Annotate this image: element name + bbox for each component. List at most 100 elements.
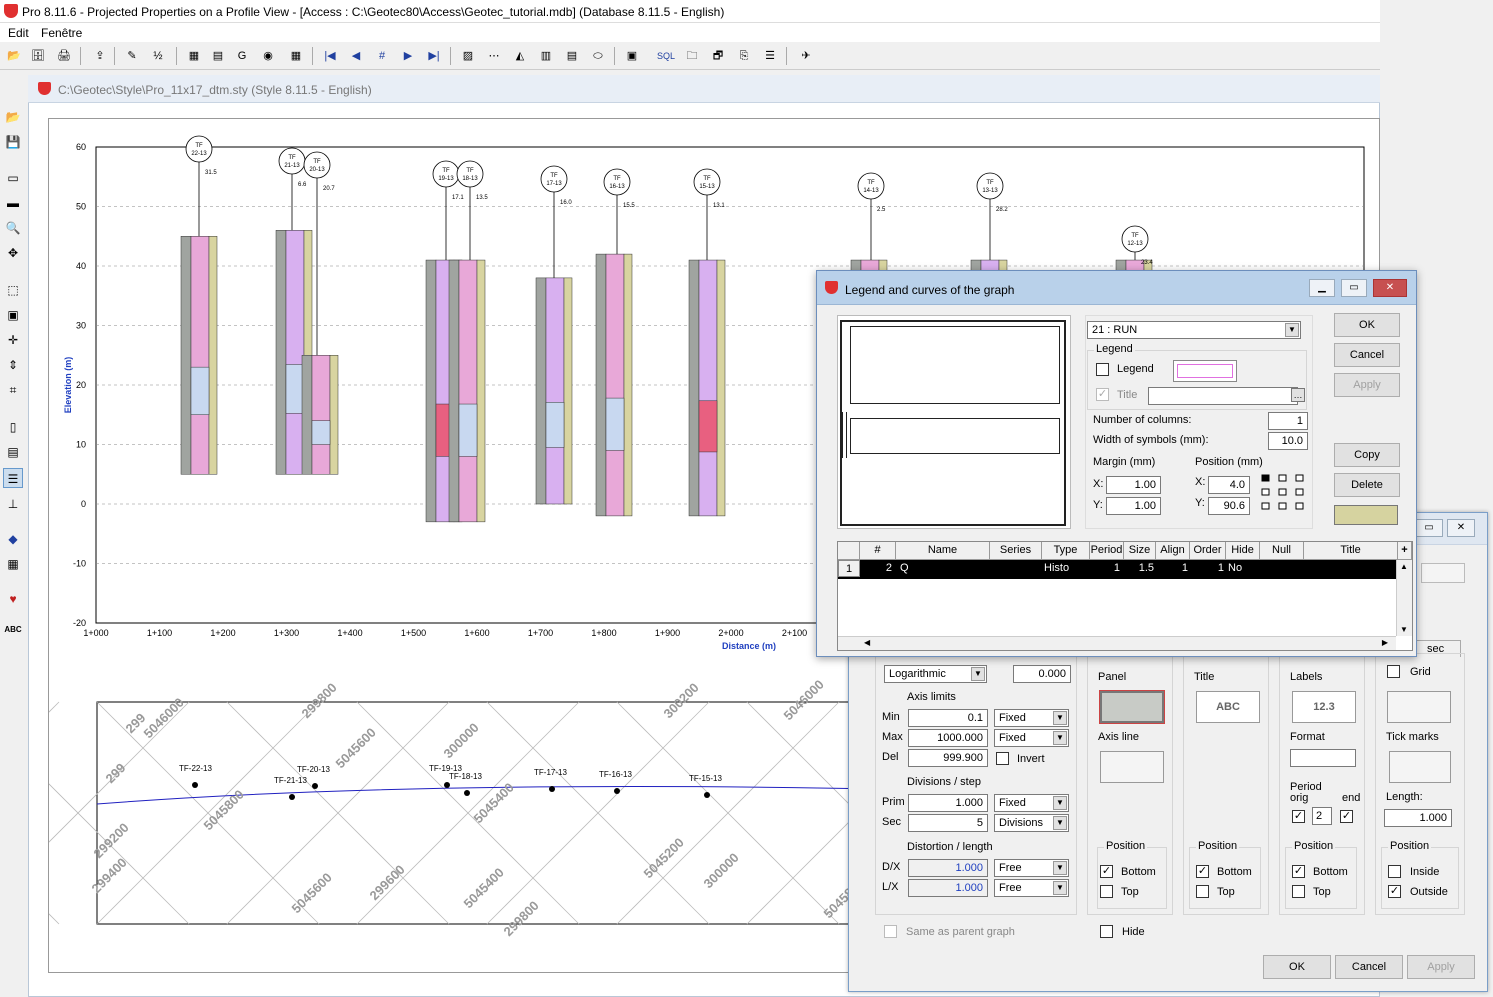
inside-checkbox[interactable] [1388,865,1401,878]
axis-cancel-button[interactable]: Cancel [1335,955,1403,979]
period-field[interactable]: 2 [1312,807,1332,825]
table-vscrollbar[interactable]: ▲ ▼ [1396,560,1412,636]
max-mode-select[interactable]: Fixed ▼ [994,729,1069,747]
sec-field[interactable]: 5 [908,814,988,832]
sql-icon[interactable]: SQL [654,46,678,65]
tickmarks-button[interactable] [1389,751,1451,783]
legend-cancel-button[interactable]: Cancel [1334,343,1400,367]
prim-field[interactable]: 1.000 [908,794,988,812]
axis-restore-button[interactable]: ▭ [1415,519,1443,537]
map-icon[interactable]: ◉ [258,46,278,65]
pin-icon[interactable]: ✈ [796,46,816,65]
layout-icon[interactable]: ▭ [3,168,23,188]
title-browse-button[interactable]: … [1291,388,1305,402]
lx-field[interactable]: 1.000 [908,879,988,897]
outside-checkbox[interactable]: ✓ [1388,885,1401,898]
table-icon[interactable]: ▦ [286,46,306,65]
title-checkbox[interactable]: ✓ [1096,388,1109,401]
period-end-checkbox[interactable]: ✓ [1340,810,1353,823]
grid-checkbox[interactable] [1387,665,1400,678]
fit-icon[interactable]: ⌗ [3,380,23,400]
position-anchor-grid[interactable] [1258,471,1308,513]
axis-close-button[interactable]: ✕ [1447,519,1475,537]
resize-icon[interactable]: ⇕ [3,355,23,375]
period-orig-checkbox[interactable]: ✓ [1292,810,1305,823]
margin-y-field[interactable]: 1.00 [1106,497,1161,515]
min-mode-select[interactable]: Fixed ▼ [994,709,1069,727]
axisline-button[interactable] [1100,751,1164,783]
panel-top-checkbox[interactable] [1100,885,1113,898]
legend-tool-icon[interactable]: ☰ [3,468,23,488]
menu-edit[interactable]: Edit [8,26,29,40]
prim-mode-select[interactable]: Fixed ▼ [994,794,1069,812]
scale-type-select[interactable]: Logarithmic ▼ [884,665,987,683]
screen-icon[interactable]: ▣ [622,46,642,65]
report-icon[interactable]: ▤ [208,46,228,65]
add-column-icon[interactable]: + [1398,542,1412,559]
export-icon[interactable]: ⇪ [90,46,110,65]
axis-apply-button[interactable]: Apply [1407,955,1475,979]
axis-tool-icon[interactable]: ⊥ [3,494,23,514]
scale-value-field[interactable]: 0.000 [1013,665,1071,683]
max-field[interactable]: 1000.000 [908,729,988,747]
terrain-icon[interactable]: ◭ [510,46,530,65]
legend-checkbox[interactable] [1096,363,1109,376]
next-icon[interactable]: ▶ [398,46,418,65]
curve-select[interactable]: 21 : RUN ▼ [1087,321,1301,339]
same-parent-checkbox[interactable] [884,925,897,938]
hide-checkbox[interactable] [1100,925,1113,938]
abc-icon[interactable]: ABC [3,620,23,640]
window-icon[interactable]: ▬ [3,193,23,213]
move-icon[interactable]: ✛ [3,330,23,350]
labels-top-checkbox[interactable] [1292,885,1305,898]
select-area-icon[interactable]: ⬚ [3,280,23,300]
hash-icon[interactable]: # [372,46,392,65]
min-field[interactable]: 0.1 [908,709,988,727]
open-icon[interactable]: 📂 [4,46,24,65]
panel-color-button[interactable] [1099,690,1165,724]
grid-icon[interactable]: ▦ [184,46,204,65]
zoom-icon[interactable]: 🔍 [3,218,23,238]
fraction-icon[interactable]: ½ [148,46,168,65]
pattern-icon[interactable]: ▨ [458,46,478,65]
first-icon[interactable]: |◀ [320,46,340,65]
legend-icon[interactable]: ▤ [562,46,582,65]
copy-icon[interactable]: ⎘ [734,46,754,65]
menu-fenetre[interactable]: Fenêtre [41,26,82,40]
title-field[interactable] [1148,387,1298,405]
legend-delete-button[interactable]: Delete [1334,473,1400,497]
stack-icon[interactable]: ☰ [760,46,780,65]
legend-copy-button[interactable]: Copy [1334,443,1400,467]
lx-mode-select[interactable]: Free ▼ [994,879,1069,897]
dx-mode-select[interactable]: Free ▼ [994,859,1069,877]
edit-icon[interactable]: ✎ [122,46,142,65]
legend-color-button[interactable] [1173,360,1237,382]
multi-window-icon[interactable]: 🗗 [708,46,728,65]
legend-maximize-button[interactable]: ▭ [1341,279,1367,297]
print-icon[interactable]: 🖨 [54,46,74,65]
legend-ok-button[interactable]: OK [1334,313,1400,337]
grid-style-button[interactable] [1387,691,1451,723]
legend-close-button[interactable]: ✕ [1373,279,1407,297]
note-icon[interactable]: ▯ [3,417,23,437]
invert-checkbox[interactable] [996,752,1009,765]
columns-field[interactable]: 1 [1268,412,1308,430]
cylinder-icon[interactable]: ⬭ [588,46,608,65]
width-symbols-field[interactable]: 10.0 [1268,432,1308,450]
pos-x-field[interactable]: 4.0 [1208,476,1250,494]
last-icon[interactable]: ▶| [424,46,444,65]
legend-minimize-button[interactable]: ▁ [1309,279,1335,297]
prev-icon[interactable]: ◀ [346,46,366,65]
axis-ok-button[interactable]: OK [1263,955,1331,979]
title-font-button[interactable]: ABC [1196,691,1260,723]
heart-icon[interactable]: ♥ [3,589,23,609]
dx-field[interactable]: 1.000 [908,859,988,877]
sec-mode-select[interactable]: Divisions ▼ [994,814,1069,832]
folder-icon[interactable]: 🗀 [682,46,702,65]
diamond-icon[interactable]: ◆ [3,529,23,549]
format-field[interactable] [1290,749,1356,767]
frame-icon[interactable]: ▣ [3,305,23,325]
chart-icon[interactable]: ▥ [536,46,556,65]
print-preview-icon[interactable]: ▤ [3,442,23,462]
db-icon[interactable]: 🗄 [28,46,48,65]
